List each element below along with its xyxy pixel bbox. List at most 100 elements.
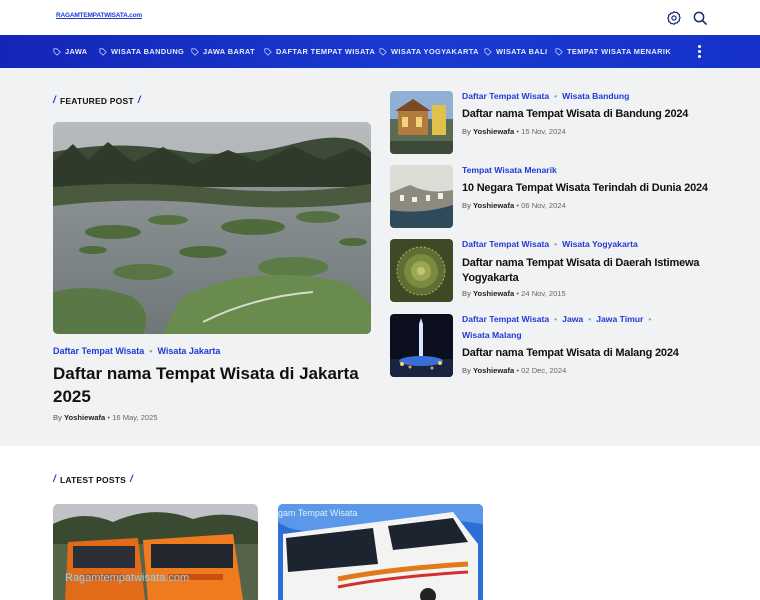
nav-item-jawa[interactable]: JAWA [53, 35, 88, 68]
meta-by: By [462, 127, 471, 136]
search-icon[interactable] [692, 10, 708, 26]
tag-icon [484, 47, 492, 56]
meta-author[interactable]: Yoshiewafa [473, 127, 514, 136]
featured-section-title: / FEATURED POST / [53, 95, 141, 106]
meta-date: 24 Nov, 2015 [521, 289, 566, 298]
gear-icon[interactable] [666, 10, 682, 26]
nav-item-wisata-bali[interactable]: WISATA BALI [484, 35, 547, 68]
night-monument-image [390, 314, 453, 377]
watermark-text: gam Tempat Wisata [278, 508, 357, 518]
tag-icon [99, 47, 107, 56]
featured-post-meta: By Yoshiewafa • 16 May, 2025 [53, 413, 158, 422]
side-post-meta: By Yoshiewafa • 15 Nov, 2024 [462, 127, 566, 136]
bus-image: gam Tempat Wisata [278, 504, 483, 600]
nav-item-label: WISATA BANDUNG [111, 47, 185, 56]
meta-author[interactable]: Yoshiewafa [473, 201, 514, 210]
meta-date: 16 May, 2025 [112, 413, 158, 422]
category-link[interactable]: Wisata Malang [462, 330, 522, 340]
featured-post-image[interactable] [53, 122, 371, 334]
separator-dot: • [516, 127, 520, 136]
meta-by: By [53, 413, 62, 422]
side-post-categories: Daftar Tempat Wisata • Wisata Yogyakarta [462, 239, 638, 249]
meta-date: 15 Nov, 2024 [521, 127, 566, 136]
section-title-text: FEATURED POST [59, 95, 134, 106]
category-link[interactable]: Jawa Timur [596, 314, 643, 324]
nav-item-wisata-yogyakarta[interactable]: WISATA YOGYAKARTA [379, 35, 479, 68]
nav-item-label: WISATA YOGYAKARTA [391, 47, 479, 56]
side-post-image[interactable] [390, 239, 453, 302]
side-post-title[interactable]: 10 Negara Tempat Wisata Terindah di Duni… [462, 181, 720, 196]
site-header: RAGAMTEMPATWISATA.com [0, 0, 760, 35]
nav-item-label: JAWA [65, 47, 88, 56]
main-nav: JAWA WISATA BANDUNG JAWA BARAT DAFTAR TE… [0, 35, 760, 68]
lake-image [53, 122, 371, 334]
side-post-title[interactable]: Daftar nama Tempat Wisata di Malang 2024 [462, 346, 720, 361]
watermark-text: Ragamtempatwisata.com [65, 572, 189, 584]
separator-dot: • [149, 346, 153, 356]
separator-dot: • [516, 366, 520, 375]
side-post-title[interactable]: Daftar nama Tempat Wisata di Bandung 202… [462, 107, 720, 122]
side-post-image[interactable] [390, 91, 453, 154]
temple-image [390, 239, 453, 302]
meta-by: By [462, 201, 471, 210]
nav-item-label: WISATA BALI [496, 47, 548, 56]
side-post-categories-wrap: Wisata Malang [462, 330, 522, 340]
category-link[interactable]: Daftar Tempat Wisata [462, 239, 549, 249]
nav-item-daftar-tempat-wisata[interactable]: DAFTAR TEMPAT WISATA [264, 35, 375, 68]
category-link[interactable]: Tempat Wisata Menarik [462, 165, 557, 175]
bandung-image [390, 91, 453, 154]
side-post-image[interactable] [390, 314, 453, 377]
category-link[interactable]: Wisata Jakarta [157, 346, 220, 356]
latest-post-image[interactable]: gam Tempat Wisata [278, 504, 483, 600]
side-post-meta: By Yoshiewafa • 02 Dec, 2024 [462, 366, 566, 375]
section-title-text: LATEST POSTS [59, 474, 126, 485]
featured-post-categories: Daftar Tempat Wisata • Wisata Jakarta [53, 346, 220, 356]
nav-item-label: DAFTAR TEMPAT WISATA [276, 47, 376, 56]
separator-dot: • [107, 413, 111, 422]
side-post-meta: By Yoshiewafa • 06 Nov, 2024 [462, 201, 566, 210]
category-link[interactable]: Wisata Yogyakarta [562, 239, 638, 249]
meta-date: 02 Dec, 2024 [521, 366, 567, 375]
separator-dot: • [588, 314, 592, 324]
tag-icon [191, 47, 199, 56]
side-post-meta: By Yoshiewafa • 24 Nov, 2015 [462, 289, 566, 298]
separator-dot: • [554, 239, 558, 249]
featured-post-title[interactable]: Daftar nama Tempat Wisata di Jakarta 202… [53, 362, 373, 408]
meta-by: By [462, 289, 471, 298]
nav-item-tempat-wisata-menarik[interactable]: TEMPAT WISATA MENARIK [555, 35, 671, 68]
tag-icon [53, 47, 61, 56]
meta-author[interactable]: Yoshiewafa [64, 413, 105, 422]
side-post-categories: Daftar Tempat Wisata • Jawa • Jawa Timur • [462, 314, 656, 324]
tag-icon [264, 47, 272, 56]
category-link[interactable]: Daftar Tempat Wisata [462, 314, 549, 324]
side-post-categories: Tempat Wisata Menarik [462, 165, 557, 175]
nav-item-label: JAWA BARAT [203, 47, 256, 56]
side-post-categories: Daftar Tempat Wisata • Wisata Bandung [462, 91, 629, 101]
category-link[interactable]: Daftar Tempat Wisata [53, 346, 144, 356]
meta-by: By [462, 366, 471, 375]
site-logo[interactable]: RAGAMTEMPATWISATA.com [56, 12, 142, 19]
buses-image: Ragamtempatwisata.com [53, 504, 258, 600]
tag-icon [379, 47, 387, 56]
meta-date: 06 Nov, 2024 [521, 201, 566, 210]
nav-item-wisata-bandung[interactable]: WISATA BANDUNG [99, 35, 184, 68]
nav-item-jawa-barat[interactable]: JAWA BARAT [191, 35, 255, 68]
latest-section-title: / LATEST POSTS / [53, 474, 133, 485]
tag-icon [555, 47, 563, 56]
latest-post-image[interactable]: Ragamtempatwisata.com [53, 504, 258, 600]
category-link[interactable]: Jawa [562, 314, 583, 324]
category-link[interactable]: Daftar Tempat Wisata [462, 91, 549, 101]
separator-dot: • [648, 314, 652, 324]
meta-author[interactable]: Yoshiewafa [473, 366, 514, 375]
separator-dot: • [554, 91, 558, 101]
coastal-city-image [390, 165, 453, 228]
nav-item-label: TEMPAT WISATA MENARIK [567, 47, 672, 56]
more-vertical-icon[interactable] [695, 45, 705, 59]
category-link[interactable]: Wisata Bandung [562, 91, 629, 101]
separator-dot: • [516, 289, 520, 298]
side-post-image[interactable] [390, 165, 453, 228]
meta-author[interactable]: Yoshiewafa [473, 289, 514, 298]
separator-dot: • [554, 314, 558, 324]
separator-dot: • [516, 201, 520, 210]
side-post-title[interactable]: Daftar nama Tempat Wisata di Daerah Isti… [462, 256, 720, 286]
